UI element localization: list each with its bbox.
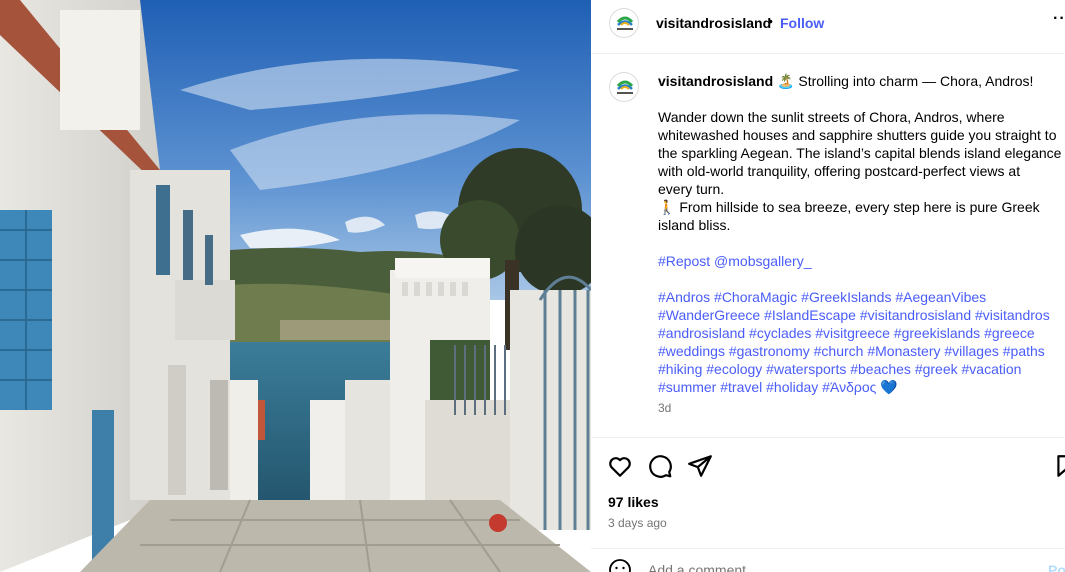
post-date: 3 days ago [608,516,667,530]
comment-bubble-icon[interactable] [647,453,673,479]
caption-body-line: with old-world tranquility, offering pos… [658,163,1021,179]
caption-body-line: From hillside to sea breeze, every step … [679,199,1040,215]
caption-body-line: the sparkling Aegean. The island’s capit… [658,145,1062,161]
repost-mention[interactable]: #Repost @mobsgallery_ [658,252,1058,270]
caption-body-line: every turn. [658,181,725,197]
avatar[interactable] [609,8,639,38]
action-bar: 97 likes 3 days ago Post [591,437,1065,572]
hashtag-line[interactable]: #WanderGreece #IslandEscape #visitandros… [658,306,1058,324]
island-emoji: 🏝️ [777,73,795,89]
caption-body-line: Wander down the sunlit streets of Chora,… [658,109,1005,125]
comment-input[interactable] [648,562,1008,572]
caption-body-line: whitewashed houses and sapphire shutters… [658,127,1057,143]
heart-icon[interactable] [607,453,633,479]
author-username[interactable]: visitandrosisland [656,15,771,31]
smiley-icon[interactable] [608,558,632,572]
blue-door [92,410,114,560]
caption-body-line: island bliss. [658,217,731,233]
follow-button[interactable]: Follow [780,15,824,31]
caption-section: visitandrosisland 🏝️ Strolling into char… [591,54,1065,437]
hashtag-line[interactable]: #Andros #ChoraMagic #GreekIslands #Aegea… [658,288,1058,306]
blue-heart-emoji: 💙 [880,379,898,395]
comment-row: Post [591,548,1065,572]
hashtag-line[interactable]: #hiking #ecology #watersports #beaches #… [658,360,1058,378]
post-detail-panel: visitandrosisland • Follow ··· visitandr… [591,0,1065,572]
paper-plane-icon[interactable] [687,453,713,479]
hashtag-line[interactable]: #weddings #gastronomy #church #Monastery… [658,342,1058,360]
walking-emoji: 🚶 [658,199,676,215]
caption-username[interactable]: visitandrosisland [658,73,773,89]
hashtag-line[interactable]: #summer #travel #holiday #Άνδρος [658,379,876,395]
caption-age[interactable]: 3d [658,401,671,415]
header-separator: • [768,13,773,29]
bookmark-icon[interactable] [1053,453,1065,479]
visit-andros-logo-icon [616,16,634,30]
more-options-icon[interactable]: ··· [1053,10,1065,28]
likes-count[interactable]: 97 likes [608,494,659,510]
visit-andros-logo-icon [616,80,634,94]
post-comment-button[interactable]: Post [1048,562,1065,572]
avatar[interactable] [609,72,639,102]
caption-title: Strolling into charm — Chora, Andros! [798,73,1034,89]
post-photo[interactable] [0,0,591,572]
caption-text: visitandrosisland 🏝️ Strolling into char… [658,72,1062,396]
hashtag-line[interactable]: #androsisland #cyclades #visitgreece #gr… [658,324,1058,342]
post-header: visitandrosisland • Follow ··· [591,0,1065,54]
